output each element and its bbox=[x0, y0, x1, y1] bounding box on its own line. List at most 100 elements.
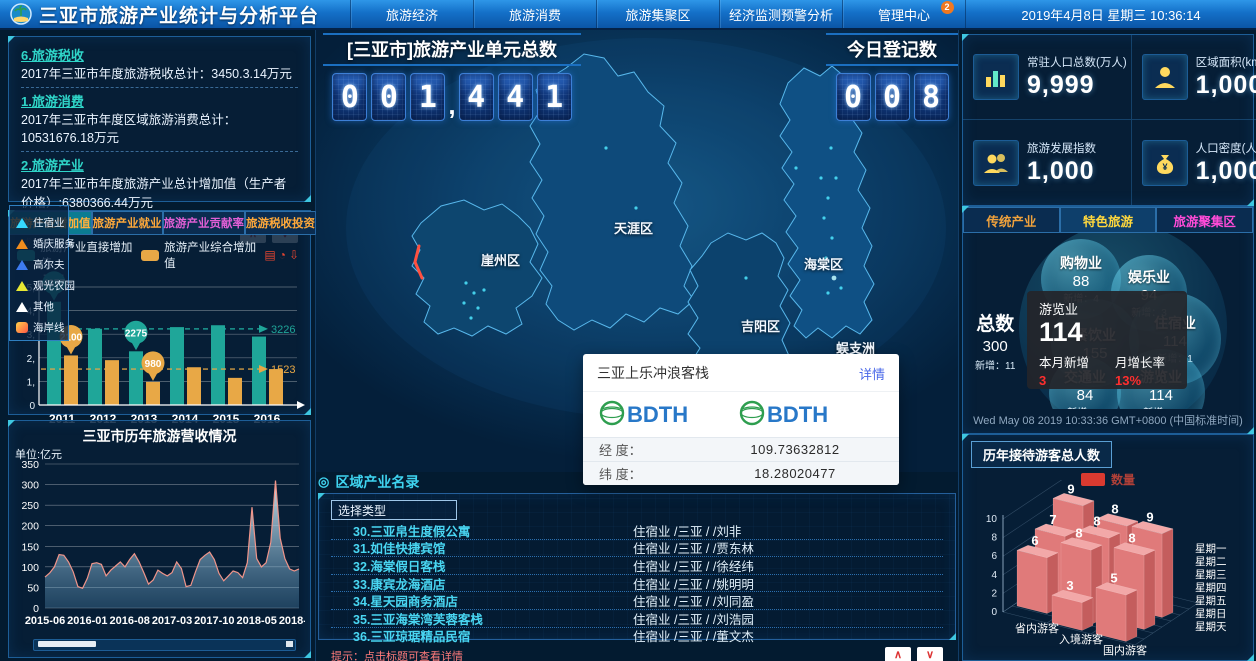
tab-contribution[interactable]: 旅游产业贡献率 bbox=[163, 211, 246, 235]
svg-text:星期一: 星期一 bbox=[1195, 543, 1227, 555]
summary-item-text: 2017年三亚市年度区域旅游消费总计：10531676.18万元 bbox=[21, 111, 298, 147]
legend-swatch bbox=[16, 322, 28, 333]
counter-digit: 1 bbox=[410, 73, 445, 121]
directory-row[interactable]: 36.三亚琼琚精品民宿住宿业 /三亚 / /董文杰 bbox=[331, 628, 943, 645]
chart-toolbox-icons[interactable]: ▤◔⇩ bbox=[264, 248, 302, 262]
visitors-3d-bar-chart: 02468109897886853省内游客入境游客国内游客星期一星期二星期三星期… bbox=[963, 480, 1253, 658]
nav-tab-consumption[interactable]: 旅游消费 bbox=[473, 0, 596, 28]
nav-tab-economy[interactable]: 旅游经济 bbox=[350, 0, 473, 28]
people-icon bbox=[973, 140, 1019, 186]
tab-special-tourism[interactable]: 特色旅游 bbox=[1060, 207, 1157, 233]
directory-row[interactable]: 32.海棠假日客栈住宿业 /三亚 / /徐经纬 bbox=[331, 557, 943, 575]
map-legend-item[interactable]: 住宿业 bbox=[10, 212, 68, 233]
directory-row[interactable]: 34.星天园商务酒店住宿业 /三亚 / /刘同盈 bbox=[331, 592, 943, 610]
directory-row[interactable]: 31.如佳快捷宾馆住宿业 /三亚 / /贾东林 bbox=[331, 540, 943, 558]
map-legend-item[interactable]: 婚庆服务 bbox=[10, 233, 68, 254]
counter-digit: 1 bbox=[537, 73, 572, 121]
popup-longitude-row: 经 度： 109.73632812 bbox=[583, 437, 899, 461]
business-name-link[interactable]: 32.海棠假日客栈 bbox=[331, 556, 633, 575]
summary-item-title[interactable]: 6.旅游税收 bbox=[21, 45, 298, 64]
map-popup-card: 三亚上乐冲浪客栈 详情 BDTH BDTH 经 度： 109.73632812 … bbox=[583, 354, 899, 485]
stat-density: ¥ 人口密度(人/km²) 1,000 bbox=[1132, 120, 1256, 205]
svg-text:150: 150 bbox=[21, 541, 39, 553]
summary-item-title[interactable]: 1.旅游消费 bbox=[21, 91, 298, 110]
directory-list-box: 选择类型 30.三亚帛生度假公寓住宿业 /三亚 / /刘非31.如佳快捷宾馆住宿… bbox=[318, 493, 956, 640]
revenue-chart-title: 三亚市历年旅游营收情况 bbox=[9, 421, 310, 446]
svg-text:2017-10: 2017-10 bbox=[194, 615, 234, 627]
directory-pager bbox=[885, 647, 943, 661]
counter-digit: 0 bbox=[836, 73, 871, 121]
composite-value-swatch[interactable] bbox=[141, 250, 159, 261]
directory-row[interactable]: 35.三亚海棠湾芙蓉客栈住宿业 /三亚 / /刘浩园 bbox=[331, 610, 943, 628]
notification-badge: 2 bbox=[941, 1, 954, 14]
map-legend-item[interactable]: 海岸线 bbox=[10, 317, 68, 338]
business-name-link[interactable]: 31.如佳快捷宾馆 bbox=[331, 538, 633, 557]
business-meta: 住宿业 /三亚 / /姚明明 bbox=[633, 574, 943, 593]
business-meta: 住宿业 /三亚 / /刘同盈 bbox=[633, 591, 943, 610]
datetime-display: 2019年4月8日 星期三 10:36:14 bbox=[965, 0, 1256, 28]
directory-section: 区域产业名录 选择类型 30.三亚帛生度假公寓住宿业 /三亚 / /刘非31.如… bbox=[318, 472, 956, 659]
svg-text:入境游客: 入境游客 bbox=[1059, 632, 1103, 646]
visitors-chart-title: 历年接待游客总人数 bbox=[971, 441, 1112, 468]
visitors-chart-panel: 历年接待游客总人数 数量 02468109897886853省内游客入境游客国内… bbox=[962, 434, 1254, 661]
summary-item-title[interactable]: 2.旅游产业 bbox=[21, 155, 298, 174]
business-name-link[interactable]: 36.三亚琼琚精品民宿 bbox=[331, 626, 633, 645]
column-divider bbox=[315, 28, 316, 661]
popup-detail-link[interactable]: 详情 bbox=[859, 364, 885, 383]
legend-swatch bbox=[16, 302, 28, 312]
composite-value-label[interactable]: 旅游产业综合增加值 bbox=[164, 239, 259, 271]
counter-digit: 0 bbox=[332, 73, 367, 121]
svg-text:星期天: 星期天 bbox=[1195, 621, 1227, 633]
summary-item-text: 2017年三亚市年度旅游税收总计：3450.3.14万元 bbox=[21, 65, 298, 83]
svg-text:8: 8 bbox=[1075, 526, 1082, 541]
brand: 三亚市旅游产业统计与分析平台 bbox=[0, 0, 350, 28]
legend-label: 住宿业 bbox=[33, 215, 65, 230]
map-legend-item[interactable]: 其他 bbox=[10, 296, 68, 317]
svg-text:星期二: 星期二 bbox=[1195, 556, 1227, 568]
directory-row[interactable]: 30.三亚帛生度假公寓住宿业 /三亚 / /刘非 bbox=[331, 522, 943, 540]
svg-text:100: 100 bbox=[21, 562, 39, 574]
svg-text:2016-01: 2016-01 bbox=[67, 615, 107, 627]
svg-text:6: 6 bbox=[1031, 533, 1038, 548]
svg-text:1,: 1, bbox=[27, 377, 35, 388]
scrollbar-thumb[interactable] bbox=[38, 641, 96, 647]
list-down-button[interactable] bbox=[917, 647, 943, 661]
nav-tab-cluster[interactable]: 旅游集聚区 bbox=[596, 0, 719, 28]
svg-text:2,: 2, bbox=[27, 354, 35, 365]
business-name-link[interactable]: 34.星天园商务酒店 bbox=[331, 591, 633, 610]
map-legend-item[interactable]: 高尔夫 bbox=[10, 254, 68, 275]
directory-row[interactable]: 33.康宾龙海酒店住宿业 /三亚 / /姚明明 bbox=[331, 575, 943, 593]
tab-tax-investment[interactable]: 旅游税收投资 bbox=[245, 211, 316, 235]
svg-text:8: 8 bbox=[1111, 502, 1118, 517]
svg-text:BDTH: BDTH bbox=[767, 402, 828, 427]
region-stats-panel: 常驻人口总数(万人) 9,999 区域面积(km²) 1,000 旅游发展指数 … bbox=[962, 34, 1254, 206]
tab-traditional-industry[interactable]: 传统产业 bbox=[963, 207, 1060, 233]
counter-comma: , bbox=[448, 90, 455, 121]
svg-text:980: 980 bbox=[145, 359, 162, 370]
legend-label: 婚庆服务 bbox=[33, 236, 75, 251]
svg-text:8: 8 bbox=[991, 533, 997, 544]
tab-tourism-cluster[interactable]: 旅游聚集区 bbox=[1156, 207, 1253, 233]
svg-text:3: 3 bbox=[1066, 578, 1073, 593]
svg-text:1523: 1523 bbox=[271, 364, 295, 376]
nav-tab-monitor[interactable]: 经济监测预警分析 bbox=[719, 0, 842, 28]
counter-digit: 8 bbox=[914, 73, 949, 121]
svg-text:9: 9 bbox=[1146, 509, 1153, 524]
bdth-logo: BDTH bbox=[597, 396, 715, 430]
nav-tab-admin[interactable]: 管理中心 2 bbox=[842, 0, 965, 28]
business-name-link[interactable]: 35.三亚海棠湾芙蓉客栈 bbox=[331, 609, 633, 628]
list-up-button[interactable] bbox=[885, 647, 911, 661]
type-filter-select[interactable]: 选择类型 bbox=[331, 500, 457, 520]
business-name-link[interactable]: 30.三亚帛生度假公寓 bbox=[331, 521, 633, 540]
top-header: 三亚市旅游产业统计与分析平台 旅游经济 旅游消费 旅游集聚区 经济监测预警分析 … bbox=[0, 0, 1256, 30]
summary-item: 6.旅游税收 2017年三亚市年度旅游税收总计：3450.3.14万元 bbox=[21, 42, 298, 88]
map-legend-item[interactable]: 观光农园 bbox=[10, 275, 68, 296]
svg-text:10: 10 bbox=[986, 514, 998, 525]
chart-scrollbar[interactable] bbox=[33, 639, 296, 651]
business-name-link[interactable]: 33.康宾龙海酒店 bbox=[331, 574, 633, 593]
money-bag-icon: ¥ bbox=[1142, 140, 1188, 186]
popup-title: 三亚上乐冲浪客栈 bbox=[597, 363, 709, 383]
tab-employment[interactable]: 旅游产业就业 bbox=[92, 211, 163, 235]
svg-text:BDTH: BDTH bbox=[627, 402, 688, 427]
legend-swatch bbox=[16, 281, 28, 291]
